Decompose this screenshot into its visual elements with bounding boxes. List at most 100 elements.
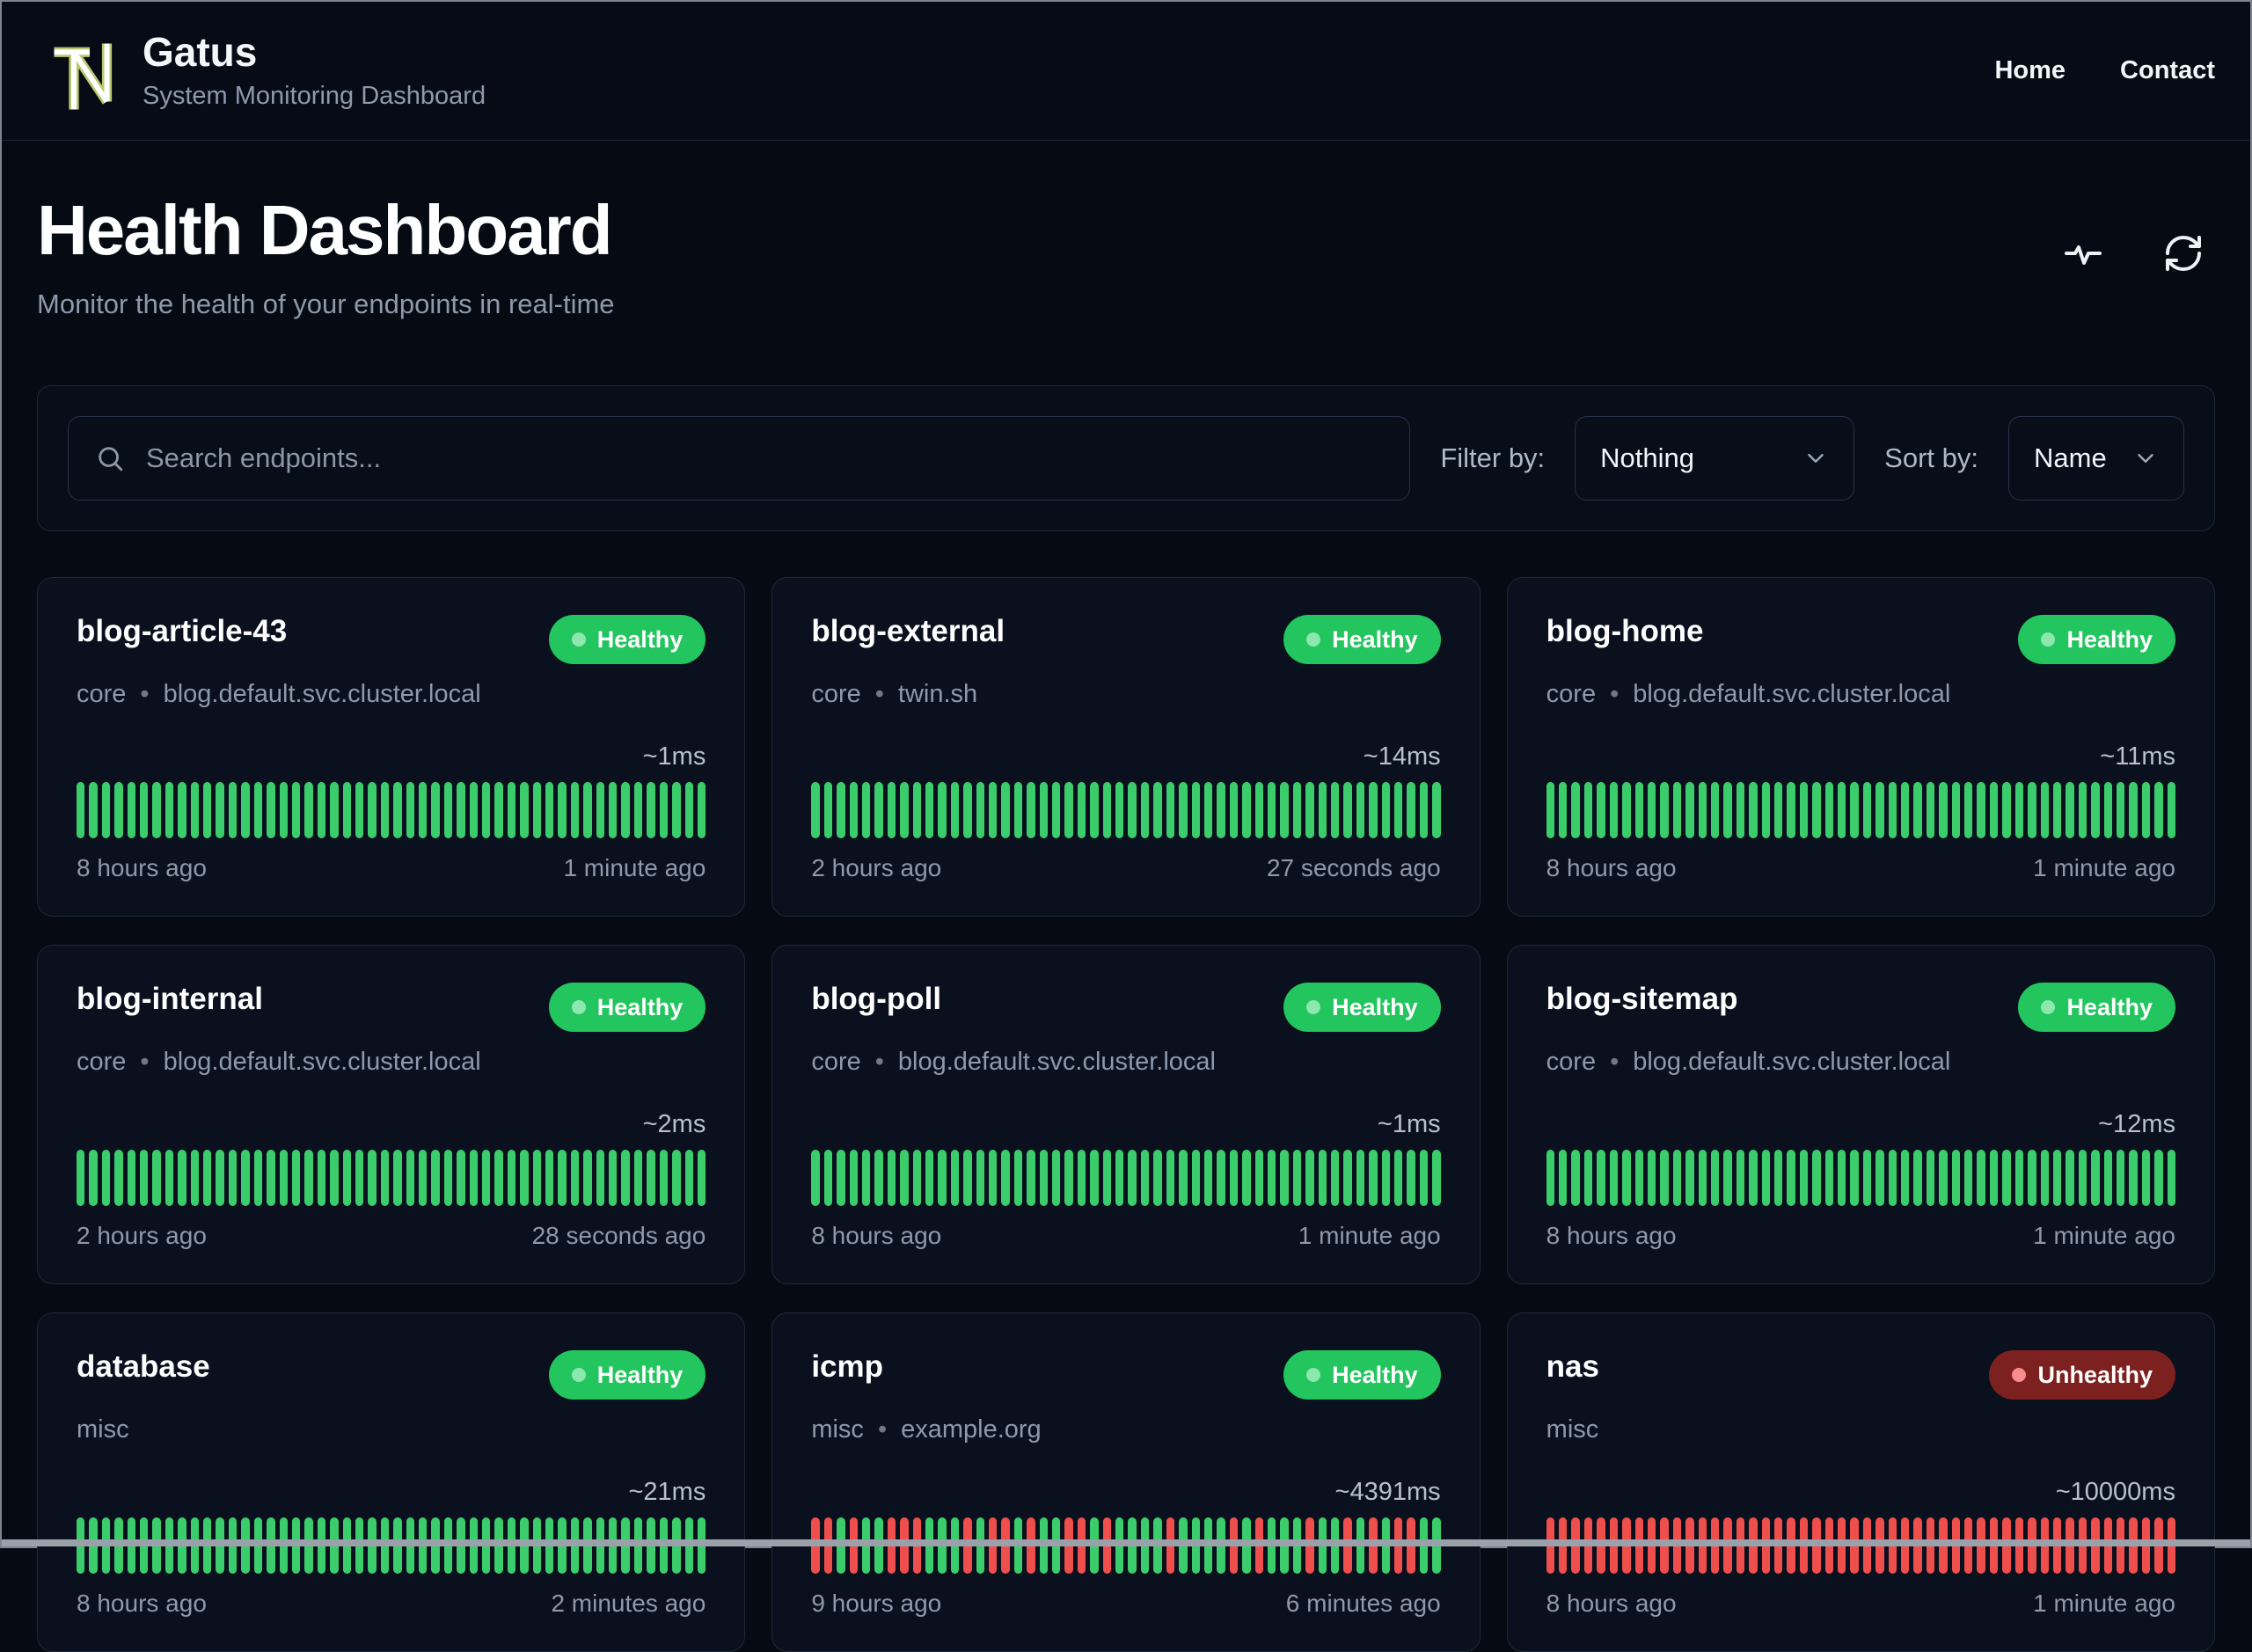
uptime-bar[interactable]	[1939, 782, 1948, 838]
uptime-bar[interactable]	[2154, 782, 2163, 838]
uptime-bar[interactable]	[2091, 782, 2100, 838]
uptime-bar[interactable]	[849, 1150, 858, 1206]
uptime-bar[interactable]	[1064, 1150, 1073, 1206]
uptime-bar[interactable]	[494, 782, 503, 838]
uptime-bar[interactable]	[1850, 782, 1859, 838]
uptime-bar[interactable]	[507, 782, 516, 838]
uptime-bar[interactable]	[633, 1150, 643, 1206]
uptime-bar[interactable]	[1723, 782, 1732, 838]
uptime-bar[interactable]	[976, 1150, 985, 1206]
uptime-bar[interactable]	[1292, 782, 1302, 838]
uptime-bar[interactable]	[406, 1150, 414, 1206]
uptime-bar[interactable]	[2129, 782, 2138, 838]
uptime-bar[interactable]	[355, 782, 364, 838]
uptime-bar[interactable]	[1749, 782, 1758, 838]
uptime-bar[interactable]	[1622, 1150, 1631, 1206]
uptime-bar[interactable]	[1875, 1150, 1884, 1206]
uptime-bar[interactable]	[1318, 1150, 1327, 1206]
uptime-bar[interactable]	[1546, 1150, 1555, 1206]
uptime-bar[interactable]	[291, 1150, 301, 1206]
uptime-bar[interactable]	[1305, 782, 1314, 838]
uptime-bar[interactable]	[342, 782, 351, 838]
uptime-bar[interactable]	[1179, 1150, 1188, 1206]
uptime-bar[interactable]	[1710, 1150, 1720, 1206]
uptime-bar[interactable]	[291, 782, 301, 838]
uptime-bar[interactable]	[1027, 782, 1035, 838]
uptime-bar[interactable]	[570, 1150, 580, 1206]
uptime-bar[interactable]	[469, 1150, 478, 1206]
uptime-bar[interactable]	[849, 782, 858, 838]
uptime-bar[interactable]	[1419, 782, 1429, 838]
uptime-bar[interactable]	[1597, 782, 1605, 838]
uptime-bar[interactable]	[583, 782, 592, 838]
uptime-bar[interactable]	[1140, 782, 1150, 838]
uptime-bar[interactable]	[1951, 782, 1961, 838]
uptime-bar[interactable]	[811, 1150, 820, 1206]
uptime-bar[interactable]	[89, 782, 98, 838]
uptime-bar[interactable]	[1292, 1150, 1302, 1206]
uptime-bar[interactable]	[267, 1150, 275, 1206]
uptime-bar[interactable]	[874, 782, 883, 838]
uptime-bars[interactable]	[77, 1150, 706, 1206]
uptime-bar[interactable]	[165, 1150, 174, 1206]
uptime-bar[interactable]	[900, 1150, 909, 1206]
uptime-bar[interactable]	[1001, 1150, 1010, 1206]
uptime-bar[interactable]	[545, 1150, 554, 1206]
uptime-bar[interactable]	[672, 1150, 681, 1206]
activity-pulse-icon[interactable]	[2062, 232, 2104, 274]
filter-select[interactable]: Nothing	[1575, 416, 1855, 501]
uptime-bar[interactable]	[241, 1150, 250, 1206]
uptime-bar[interactable]	[609, 1150, 618, 1206]
uptime-bar[interactable]	[811, 782, 820, 838]
uptime-bar[interactable]	[457, 782, 465, 838]
uptime-bars[interactable]	[1546, 782, 2175, 838]
uptime-bar[interactable]	[1140, 1150, 1150, 1206]
uptime-bar[interactable]	[2078, 1150, 2087, 1206]
uptime-bar[interactable]	[1242, 1150, 1251, 1206]
uptime-bar[interactable]	[152, 1150, 161, 1206]
uptime-bar[interactable]	[938, 782, 947, 838]
uptime-bar[interactable]	[1128, 782, 1137, 838]
uptime-bar[interactable]	[1115, 782, 1124, 838]
uptime-bar[interactable]	[1394, 1150, 1403, 1206]
uptime-bar[interactable]	[1926, 1150, 1935, 1206]
uptime-bar[interactable]	[861, 1150, 871, 1206]
uptime-bar[interactable]	[355, 1150, 364, 1206]
uptime-bar[interactable]	[1964, 1150, 1973, 1206]
uptime-bar[interactable]	[1077, 782, 1086, 838]
uptime-bar[interactable]	[647, 782, 655, 838]
uptime-bar[interactable]	[837, 1150, 845, 1206]
endpoint-card[interactable]: blog-external Healthy core • twin.sh ~14ms…	[771, 577, 1481, 917]
uptime-bar[interactable]	[178, 782, 186, 838]
uptime-bar[interactable]	[1862, 782, 1872, 838]
uptime-bar[interactable]	[1407, 782, 1415, 838]
uptime-bar[interactable]	[1989, 782, 1999, 838]
uptime-bar[interactable]	[2066, 782, 2074, 838]
uptime-bar[interactable]	[380, 1150, 390, 1206]
uptime-bar[interactable]	[2078, 782, 2087, 838]
uptime-bar[interactable]	[1432, 1150, 1441, 1206]
uptime-bar[interactable]	[1330, 1150, 1340, 1206]
uptime-bar[interactable]	[457, 1150, 465, 1206]
uptime-bar[interactable]	[1583, 1150, 1593, 1206]
uptime-bar[interactable]	[659, 782, 669, 838]
uptime-bar[interactable]	[1419, 1150, 1429, 1206]
uptime-bar[interactable]	[1660, 782, 1669, 838]
uptime-bar[interactable]	[1698, 1150, 1707, 1206]
uptime-bar[interactable]	[1013, 1150, 1023, 1206]
uptime-bar[interactable]	[1242, 782, 1251, 838]
uptime-bar[interactable]	[1217, 1150, 1225, 1206]
uptime-bar[interactable]	[1723, 1150, 1732, 1206]
uptime-bar[interactable]	[1710, 782, 1720, 838]
uptime-bar[interactable]	[2167, 782, 2175, 838]
uptime-bar[interactable]	[77, 782, 85, 838]
uptime-bar[interactable]	[1571, 1150, 1580, 1206]
uptime-bar[interactable]	[1077, 1150, 1086, 1206]
uptime-bar[interactable]	[823, 782, 833, 838]
uptime-bar[interactable]	[912, 782, 921, 838]
uptime-bar[interactable]	[1888, 782, 1897, 838]
uptime-bar[interactable]	[1862, 1150, 1872, 1206]
uptime-bar[interactable]	[1647, 782, 1656, 838]
uptime-bar[interactable]	[2103, 1150, 2112, 1206]
uptime-bar[interactable]	[1685, 782, 1694, 838]
